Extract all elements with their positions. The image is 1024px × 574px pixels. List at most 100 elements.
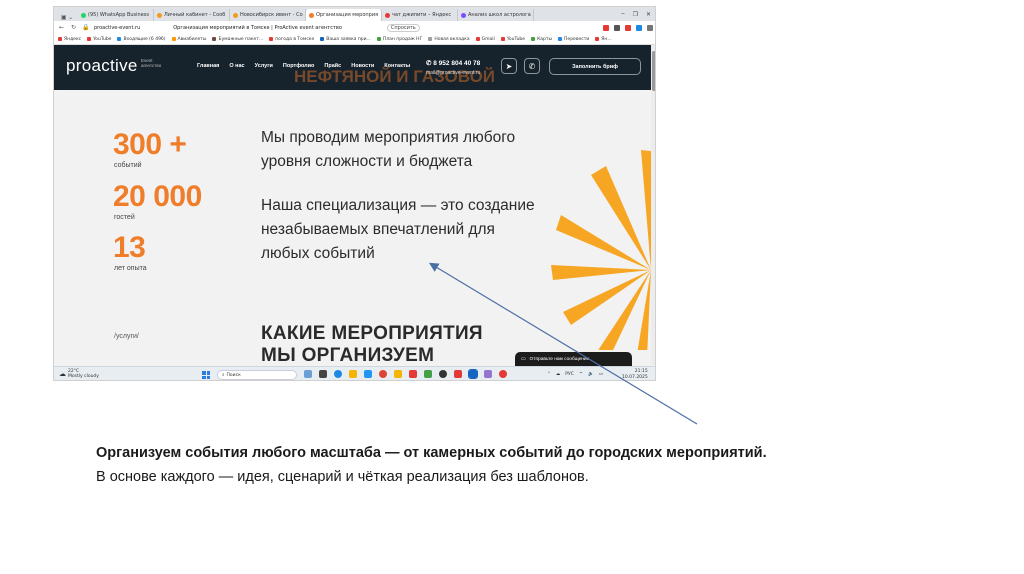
tab-actions-icon[interactable]: ▣ ⌄ [56, 14, 78, 21]
caption-heading: Организуем события любого масштаба — от … [96, 445, 767, 461]
fill-brief-button[interactable]: Заполнить бриф [549, 58, 641, 75]
whatsapp-icon[interactable]: ✆ [524, 58, 540, 74]
browser-tab[interactable]: Новосибирск ивент - Со [230, 9, 306, 21]
tab-favicon [309, 12, 314, 18]
app-icon[interactable] [364, 370, 372, 378]
bookmark-icon [87, 37, 92, 41]
scrollbar-thumb[interactable] [652, 51, 655, 91]
bookmark-item[interactable]: Ян... [595, 37, 612, 42]
bookmark-item[interactable]: Бумажные пакет... [212, 37, 263, 42]
chrome-icon[interactable] [379, 370, 387, 378]
tab-favicon [461, 12, 466, 18]
site-menu: Главная О нас Услуги Портфолио Прайс Нов… [197, 63, 410, 69]
browser-tab-active[interactable]: Организация мероприя [306, 9, 382, 21]
cloud-sync-icon[interactable]: ☁ [556, 372, 561, 377]
menu-item[interactable]: Контакты [384, 63, 410, 69]
bookmark-icon [428, 37, 433, 41]
bookmark-item[interactable]: Яндекс [58, 37, 81, 42]
yandex-icon[interactable] [394, 370, 402, 378]
app-icon[interactable] [454, 370, 462, 378]
app-icon[interactable] [484, 370, 492, 378]
menu-item[interactable]: О нас [229, 63, 244, 69]
bookmark-item[interactable]: Авиабилеты [171, 37, 206, 42]
bookmark-icon [212, 37, 217, 41]
weather-widget[interactable]: ☁ 22°C Mostly cloudy [59, 369, 99, 379]
language-indicator[interactable]: РУС [565, 372, 574, 377]
lock-icon: 🔒 [82, 24, 90, 31]
edge-icon[interactable] [334, 370, 342, 378]
taskbar-apps [304, 369, 507, 379]
bookmark-item[interactable]: YouTube [87, 37, 111, 42]
close-icon[interactable]: ✕ [646, 11, 651, 18]
browser-tab[interactable]: (95) WhatsApp Business [78, 9, 154, 21]
specialization-text: Наша специализация — это создание незабы… [261, 197, 535, 262]
bookmark-item[interactable]: Новая вкладка [428, 37, 470, 42]
windows-start-icon[interactable] [202, 371, 210, 379]
menu-item[interactable]: Портфолио [283, 63, 315, 69]
extension-icon[interactable] [603, 24, 609, 31]
system-clock[interactable]: 21:15 10.07.2025 [622, 369, 648, 380]
bookmark-item[interactable]: YouTube [500, 37, 525, 42]
bookmark-icon [531, 37, 536, 41]
bookmark-item[interactable]: Перевести [558, 37, 589, 42]
tab-favicon [81, 12, 86, 18]
site-header: НЕФТЯНОЙ И ГАЗОВОЙ proactive Event агент… [54, 45, 651, 90]
page-title: Организация мероприятий в Томске | ProAc… [173, 24, 342, 31]
menu-item[interactable]: Главная [197, 63, 219, 69]
extensions-bar [603, 24, 653, 31]
section-title: КАКИЕ МЕРОПРИЯТИЯ МЫ ОРГАНИЗУЕМ [261, 323, 483, 366]
minimize-icon[interactable]: – [621, 11, 624, 18]
bookmark-item[interactable]: Карты [531, 37, 552, 42]
bookmark-item[interactable]: Gmail [475, 37, 495, 42]
app-icon[interactable] [499, 370, 507, 378]
app-icon[interactable] [409, 370, 417, 378]
browser-tab[interactable]: Анализ школ астролога [458, 9, 534, 21]
app-icon[interactable] [304, 370, 312, 378]
explorer-icon[interactable] [349, 370, 357, 378]
browser-tab[interactable]: чат джипити – Яндекс [382, 9, 458, 21]
browser-tab[interactable]: Личный кабинет - Сооб [154, 9, 230, 21]
extension-icon[interactable] [636, 24, 642, 31]
site-logo[interactable]: proactive [66, 56, 138, 76]
stat-label: гостей [114, 214, 135, 221]
bookmark-icon [475, 37, 480, 41]
tab-favicon [157, 12, 162, 18]
ask-button[interactable]: Спросить [386, 23, 420, 32]
telegram-icon[interactable]: ➤ [501, 58, 517, 74]
back-icon[interactable]: ← [58, 24, 65, 31]
tab-favicon [233, 12, 238, 18]
bookmark-item[interactable]: Ваша заявка при... [320, 37, 371, 42]
email-link[interactable]: mail@proactive-event.ru [426, 70, 480, 76]
chat-widget[interactable]: ▭ Отправьте нам сообщение [515, 352, 632, 366]
menu-item[interactable]: Услуги [255, 63, 273, 69]
lead-text: Мы проводим мероприятия любого уровня сл… [261, 129, 516, 170]
menu-icon[interactable] [647, 24, 653, 31]
wifi-icon[interactable]: ⌔ [579, 371, 583, 377]
bookmark-icon [269, 37, 274, 41]
app-icon[interactable] [319, 370, 327, 378]
reload-icon[interactable]: ↻ [70, 24, 77, 31]
phone-number[interactable]: ✆ 8 952 804 40 78 [426, 59, 480, 67]
bookmark-item[interactable]: План продаж НГ [376, 37, 422, 42]
menu-item[interactable]: Прайс [324, 63, 341, 69]
stat-label: лет опыта [114, 265, 147, 272]
taskbar-search[interactable]: ⌕ Поиск [217, 370, 297, 380]
app-icon[interactable] [439, 370, 447, 378]
services-link[interactable]: /услуги/ [114, 333, 139, 340]
logo-subtitle: Event агентство [141, 58, 162, 68]
bookmark-item[interactable]: Входящие (6 496) [117, 37, 166, 42]
restore-icon[interactable]: ❐ [633, 11, 638, 18]
address-url[interactable]: proactive-event.ru [94, 25, 140, 31]
chevron-up-icon[interactable]: ⌃ [547, 372, 551, 377]
menu-item[interactable]: Новости [351, 63, 374, 69]
app-icon[interactable] [424, 370, 432, 378]
extension-icon[interactable] [625, 24, 631, 31]
volume-icon[interactable]: 🔈 [588, 372, 594, 377]
content-card: 300 + событий 20 000 гостей 13 лет опыта… [54, 90, 651, 366]
bookmark-item[interactable]: погода в Томске [269, 37, 314, 42]
page-scrollbar[interactable] [651, 45, 655, 365]
app-icon[interactable] [468, 369, 478, 379]
battery-icon[interactable]: ▭ [599, 372, 603, 377]
stat-value: 13 [113, 231, 146, 264]
extension-icon[interactable] [614, 24, 620, 31]
